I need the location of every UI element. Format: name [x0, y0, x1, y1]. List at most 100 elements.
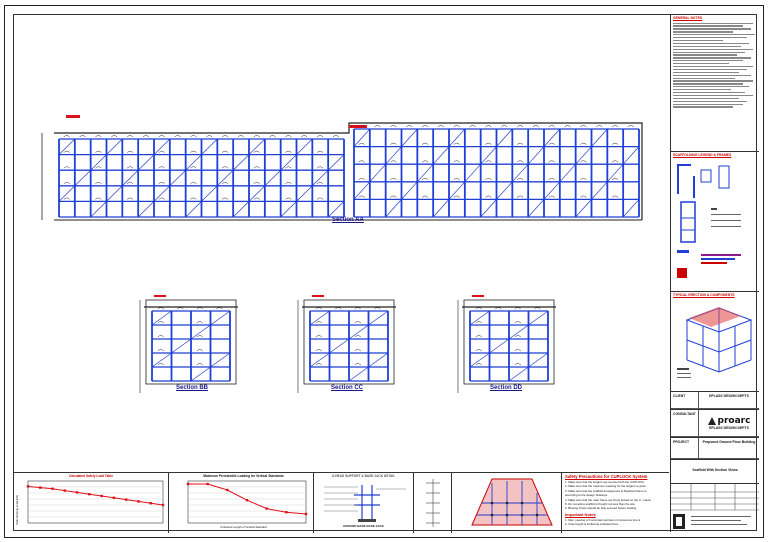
u-head-support — [253, 150, 260, 153]
chart-point — [161, 503, 165, 507]
diagonal-brace — [527, 199, 545, 218]
u-head-support — [221, 150, 229, 153]
u-head-support — [469, 125, 476, 128]
jack-caption: GROUND BASE BASE JACK — [343, 524, 384, 528]
diagonal-brace — [232, 201, 250, 218]
note-line — [673, 51, 745, 53]
diagonal-brace — [575, 146, 592, 165]
note-line — [673, 37, 747, 39]
u-head-support — [126, 166, 134, 169]
chart1-ylabel: Safe Working Load (kN) — [15, 495, 19, 525]
u-head-support — [190, 197, 197, 200]
plan-detail-panel — [452, 473, 562, 533]
consultant-label: CONSULTANT — [671, 410, 699, 436]
u-head-support — [332, 135, 340, 138]
diagonal-brace — [296, 185, 313, 202]
u-head-support — [514, 321, 522, 324]
diagonal-brace — [575, 199, 592, 218]
chart-series-line — [27, 485, 164, 506]
diagonal-brace — [385, 199, 402, 218]
diagonal-brace — [496, 128, 513, 147]
diagonal-brace — [327, 201, 345, 218]
note-line — [673, 28, 751, 30]
diagonal-brace — [201, 185, 218, 202]
chart-point — [206, 482, 209, 486]
diagonal-brace — [185, 154, 202, 171]
company-name: proarc — [717, 416, 751, 426]
chart-point — [149, 502, 152, 505]
u-head-support — [358, 142, 365, 145]
u-head-support — [354, 349, 362, 352]
u-head-support — [534, 307, 541, 310]
diagonal-brace — [280, 154, 297, 171]
note-line — [673, 48, 753, 50]
diagonal-brace — [496, 181, 513, 200]
note-line — [673, 60, 743, 62]
diagonal-brace — [106, 185, 123, 202]
u-head-support — [611, 142, 619, 145]
u-head-support — [253, 197, 260, 200]
u-head-support — [548, 142, 555, 145]
diagonal-brace — [464, 163, 481, 183]
u-head-support — [196, 349, 204, 352]
u-head-support — [177, 307, 184, 310]
u-head-support — [190, 182, 197, 184]
diagonal-brace — [296, 138, 313, 155]
diagonal-brace — [369, 163, 386, 183]
diagonal-brace — [280, 201, 297, 218]
diagonal-brace — [348, 366, 369, 382]
chart-point — [112, 496, 116, 499]
u-head-support — [485, 125, 492, 128]
u-head-support — [548, 125, 555, 128]
u-head-support — [315, 335, 323, 338]
diagonal-brace — [591, 181, 608, 200]
title-block: GENERAL NOTES SCAFFOLDING LEGEND & FRAME… — [670, 15, 759, 532]
consultant-value: EPLASS DESIGN DEPTS — [709, 426, 749, 430]
u-head-support — [475, 349, 483, 352]
diagonal-brace — [480, 146, 497, 165]
u-head-support — [580, 160, 587, 163]
diagonal-brace — [622, 146, 640, 165]
diagonal-brace — [469, 310, 490, 326]
diagonal-brace — [153, 138, 171, 155]
u-head-support — [111, 135, 118, 138]
company-logo: proarc — [701, 412, 757, 426]
u-head-support — [514, 349, 522, 352]
u-head-support — [374, 307, 381, 310]
safe-load-chart-panel: Calculated Safety Load Table Safe Workin… — [14, 473, 169, 533]
u-head-support — [421, 142, 429, 145]
jack-detail-title: U-HEAD SUPPORT & BASE JACK DETAIL — [331, 474, 396, 478]
plan-detail-diagram — [471, 478, 553, 526]
diagonal-brace — [480, 199, 497, 218]
u-head-support — [196, 363, 204, 366]
note-line — [673, 57, 751, 59]
u-head-support — [453, 125, 460, 128]
u-head-support — [63, 135, 70, 138]
u-head-support — [221, 135, 229, 138]
diagonal-brace — [74, 169, 91, 187]
isometric-scaffold-diagram — [677, 307, 753, 378]
diagonal-brace — [353, 181, 371, 200]
u-head-support — [157, 321, 165, 324]
u-head-support — [158, 150, 165, 153]
note-line — [673, 54, 737, 56]
u-head-support — [390, 160, 397, 163]
diagonal-brace — [137, 154, 155, 171]
permissible-load-chart — [186, 480, 308, 524]
u-head-support — [548, 160, 555, 163]
diagonal-brace — [137, 201, 155, 218]
diagonal-brace — [489, 338, 510, 354]
u-head-support — [516, 125, 524, 128]
project-value: Proposed Ground Floor Building — [702, 440, 756, 444]
u-head-support — [374, 125, 381, 128]
project-row: PROJECT Proposed Ground Floor Building — [671, 438, 759, 460]
diagonal-brace — [469, 352, 490, 368]
chart-point — [63, 489, 67, 492]
diagonal-brace — [508, 366, 529, 382]
note-line — [673, 94, 753, 97]
u-head-support — [221, 197, 229, 200]
diagonal-brace — [508, 324, 529, 340]
u-head-support — [514, 363, 522, 366]
diagonal-brace — [432, 146, 450, 165]
u-head-support — [475, 307, 483, 310]
